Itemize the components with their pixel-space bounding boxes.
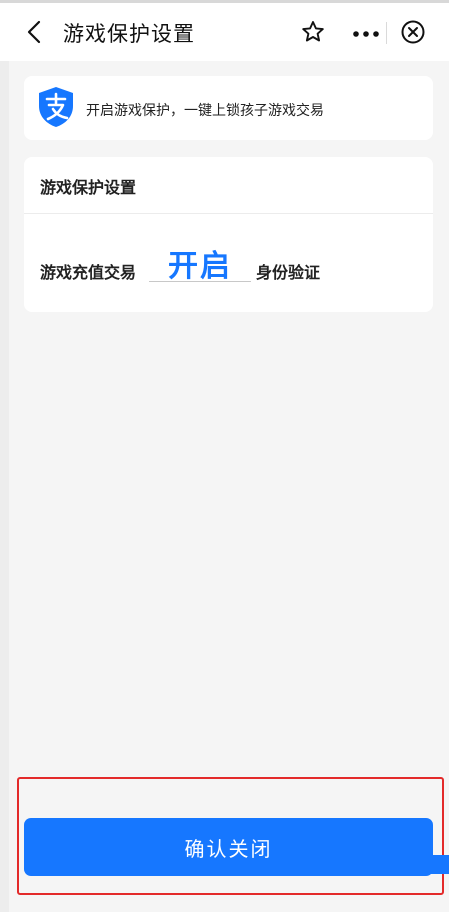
settings-card: 游戏保护设置 游戏充值交易 开启 身份验证: [24, 157, 433, 312]
close-circle-icon[interactable]: [400, 19, 426, 45]
toggle-underline: [149, 281, 251, 282]
alipay-shield-icon: [39, 87, 73, 127]
left-edge-strip: [0, 61, 9, 912]
banner-text: 开启游戏保护，一键上锁孩子游戏交易: [86, 103, 324, 119]
navigation-bar: 游戏保护设置: [0, 3, 449, 61]
button-edge-overlay: [337, 855, 449, 874]
chevron-left-icon[interactable]: [22, 19, 48, 45]
more-dots-icon[interactable]: [352, 30, 380, 38]
recharge-transaction-label: 游戏充值交易: [40, 263, 137, 282]
identity-verification-label: 身份验证: [256, 263, 321, 282]
page-title: 游戏保护设置: [63, 22, 195, 46]
section-title: 游戏保护设置: [40, 178, 137, 197]
protection-banner: 开启游戏保护，一键上锁孩子游戏交易: [24, 76, 433, 140]
card-divider: [24, 213, 433, 214]
nav-divider: [386, 22, 387, 44]
star-outline-icon[interactable]: [300, 19, 326, 45]
protection-toggle-value[interactable]: 开启: [149, 241, 251, 284]
